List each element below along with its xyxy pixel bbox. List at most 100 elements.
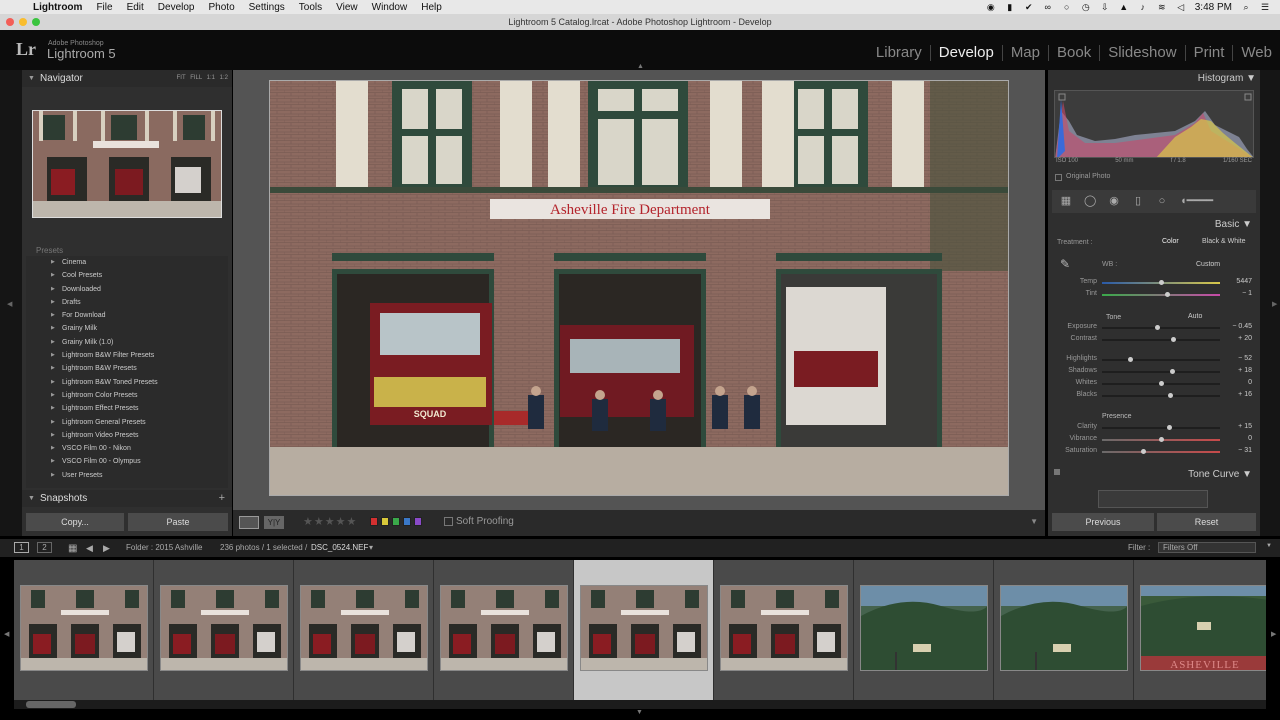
slider-value[interactable]: + 15 (1222, 423, 1252, 430)
navigator-header[interactable]: Navigator FIT FILL 1:1 1:2 (22, 70, 232, 87)
preset-folder[interactable]: Grainy Milk (1.0) (26, 336, 228, 349)
panel-switch-icon[interactable] (1054, 469, 1060, 475)
slider-value[interactable]: − 31 (1222, 447, 1252, 454)
main-photo[interactable]: Asheville Fire Department SQUAD (269, 80, 1009, 496)
filmstrip-thumbnail[interactable] (860, 585, 988, 671)
slider-value[interactable]: − 0.45 (1222, 323, 1252, 330)
green-label-swatch[interactable] (392, 517, 400, 526)
filmstrip-thumbnail[interactable] (300, 585, 428, 671)
spot-removal-icon[interactable]: ◯ (1084, 195, 1096, 207)
snapshots-header[interactable]: Snapshots + (22, 490, 232, 507)
treatment-bw-option[interactable]: Black & White (1202, 238, 1246, 245)
toolbar-menu-chevron-icon[interactable]: ▼ (1030, 517, 1038, 526)
module-library[interactable]: Library (868, 45, 930, 61)
auto-tone-button[interactable]: Auto (1188, 313, 1202, 320)
slider-value[interactable]: 0 (1222, 379, 1252, 386)
slider-knob[interactable] (1170, 337, 1176, 342)
filmstrip-thumbnail[interactable]: ASHEVILLE (1140, 585, 1266, 671)
back-arrow-icon[interactable]: ◀ (86, 543, 93, 554)
slider-knob[interactable] (1159, 381, 1164, 386)
red-label-swatch[interactable] (370, 517, 378, 526)
record-icon[interactable]: ◉ (986, 2, 996, 12)
filmstrip-right-icon[interactable]: ▶ (1271, 630, 1276, 638)
filmstrip-cell[interactable] (294, 560, 434, 700)
menu-window[interactable]: Window (365, 2, 415, 13)
right-panel-toggle-strip[interactable]: ▶ (1260, 70, 1280, 536)
menu-tools[interactable]: Tools (292, 2, 329, 13)
red-eye-icon[interactable]: ◉ (1108, 195, 1120, 207)
slider-knob[interactable] (1169, 369, 1175, 374)
slider-track[interactable] (1102, 359, 1220, 361)
add-snapshot-icon[interactable]: + (219, 490, 225, 507)
menu-file[interactable]: File (89, 2, 119, 13)
secondary-window-button[interactable]: 2 (37, 542, 52, 553)
radial-filter-icon[interactable]: ○ (1156, 195, 1168, 207)
slider-knob[interactable] (1168, 393, 1174, 398)
navigator-zoom-options[interactable]: FIT FILL 1:1 1:2 (177, 70, 228, 87)
zoom-window-button[interactable] (32, 18, 40, 26)
preset-folder[interactable]: For Download (26, 309, 228, 322)
wb-select[interactable]: Custom (1196, 261, 1220, 268)
module-web[interactable]: Web (1232, 45, 1280, 61)
preset-folder[interactable]: Lightroom B&W Presets (26, 362, 228, 375)
slider-track[interactable] (1102, 339, 1220, 341)
slider-value[interactable]: + 20 (1222, 335, 1252, 342)
star-rating[interactable]: ★★★★★ (303, 515, 357, 528)
histogram-header[interactable]: Histogram ▼ (1198, 73, 1256, 84)
crop-tool-icon[interactable]: ▦ (1060, 195, 1072, 207)
presets-title[interactable]: Presets (36, 246, 63, 255)
slider-track[interactable] (1102, 327, 1220, 329)
filmstrip-scrollbar[interactable] (14, 700, 1266, 709)
filmstrip-cell[interactable] (994, 560, 1134, 700)
slider-knob[interactable] (1167, 425, 1173, 430)
filmstrip-thumbnail[interactable] (440, 585, 568, 671)
download-icon[interactable]: ⇩ (1100, 2, 1110, 12)
slider-track[interactable] (1102, 371, 1220, 373)
volume-icon[interactable]: ♪ (1138, 2, 1148, 12)
preset-folder[interactable]: Lightroom B&W Filter Presets (26, 349, 228, 362)
preset-folder[interactable]: Lightroom B&W Toned Presets (26, 376, 228, 389)
slider-track[interactable] (1102, 294, 1220, 296)
paste-settings-button[interactable]: Paste (128, 513, 228, 531)
slider-knob[interactable] (1155, 325, 1161, 330)
menu-settings[interactable]: Settings (242, 2, 292, 13)
slider-track[interactable] (1102, 451, 1220, 453)
preset-folder[interactable]: Grainy Milk (26, 322, 228, 335)
slider-value[interactable]: + 16 (1222, 391, 1252, 398)
graduated-filter-icon[interactable]: ▯ (1132, 195, 1144, 207)
menu-develop[interactable]: Develop (151, 2, 202, 13)
current-filename[interactable]: DSC_0524.NEF (311, 543, 368, 552)
sync-icon[interactable]: ∞ (1043, 2, 1053, 12)
filmstrip-cell[interactable] (434, 560, 574, 700)
filmstrip-thumbnail[interactable] (720, 585, 848, 671)
slider-knob[interactable] (1141, 449, 1147, 454)
preset-folder[interactable]: User Presets (26, 469, 228, 482)
close-window-button[interactable] (6, 18, 14, 26)
minimize-window-button[interactable] (19, 18, 27, 26)
soft-proofing-checkbox[interactable] (444, 517, 453, 526)
filmstrip-thumbnail[interactable] (160, 585, 288, 671)
filmstrip-scroll-thumb[interactable] (26, 701, 76, 708)
preset-folder[interactable]: Lightroom General Presets (26, 416, 228, 429)
droplet-icon[interactable]: ▲ (1119, 2, 1129, 12)
slider-value[interactable]: − 52 (1222, 355, 1252, 362)
adjustment-brush-icon[interactable]: ◖━━━━ (1180, 195, 1248, 207)
slider-knob[interactable] (1159, 437, 1164, 442)
menu-help[interactable]: Help (414, 2, 449, 13)
slider-knob[interactable] (1128, 357, 1134, 362)
wifi-icon[interactable]: ≋ (1157, 2, 1167, 12)
main-window-button[interactable]: 1 (14, 542, 29, 553)
menu-view[interactable]: View (329, 2, 365, 13)
spotlight-search-icon[interactable]: ⌕ (1241, 2, 1251, 12)
filmstrip-cell[interactable] (854, 560, 994, 700)
tone-curve-graph[interactable] (1098, 490, 1208, 508)
slider-value[interactable]: + 18 (1222, 367, 1252, 374)
filmstrip-cell[interactable] (714, 560, 854, 700)
menu-photo[interactable]: Photo (202, 2, 242, 13)
slider-track[interactable] (1102, 427, 1220, 429)
preset-folder[interactable]: Cool Presets (26, 269, 228, 282)
module-develop[interactable]: Develop (929, 45, 1002, 61)
previous-settings-button[interactable]: Previous (1052, 513, 1154, 531)
menu-edit[interactable]: Edit (120, 2, 151, 13)
basic-header[interactable]: Basic ▼ (1215, 219, 1252, 230)
